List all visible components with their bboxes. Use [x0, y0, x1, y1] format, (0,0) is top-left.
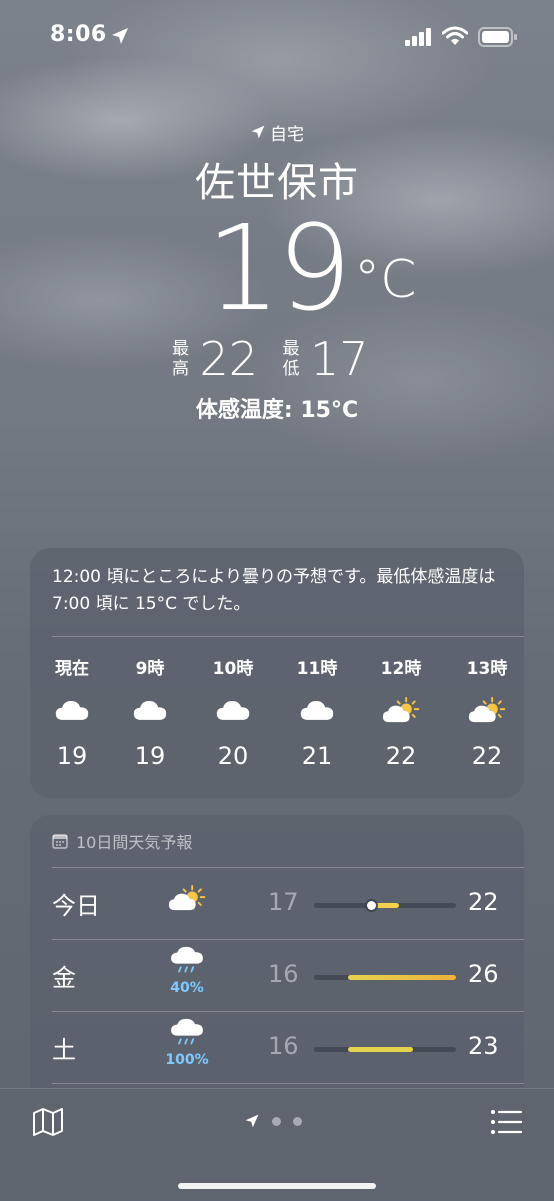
wifi-icon	[442, 26, 468, 45]
daily-forecast-title: 10日間天気予報	[52, 829, 192, 853]
day-name: 金	[52, 964, 76, 992]
daily-row[interactable]: 土 100% 16 23	[30, 1012, 524, 1084]
location-arrow-icon	[251, 125, 265, 139]
hour-label: 現在	[55, 659, 89, 679]
hour-label: 12時	[380, 659, 422, 679]
temp-range-fill	[348, 1047, 414, 1052]
hour-label: 13時	[466, 659, 508, 679]
day-high: 23	[468, 1032, 499, 1060]
hourly-item: 10時 20	[198, 654, 268, 770]
location-arrow-icon	[112, 28, 128, 44]
partly-sunny-icon	[452, 692, 522, 728]
high-value: 22	[199, 332, 258, 386]
cloud-icon	[282, 692, 352, 728]
list-icon[interactable]	[490, 1109, 522, 1135]
daily-title-text: 10日間天気予報	[76, 833, 193, 852]
daily-row[interactable]: 今日 17 22	[30, 868, 524, 940]
map-icon[interactable]	[32, 1107, 64, 1137]
day-name: 土	[52, 1036, 76, 1064]
hourly-item: 11時 21	[282, 654, 352, 770]
divider	[52, 1083, 524, 1084]
precip-chance: 100%	[165, 1052, 209, 1068]
hourly-item: 13時 22	[452, 654, 522, 770]
page-dot[interactable]	[272, 1116, 281, 1126]
partly-sunny-icon	[366, 692, 436, 728]
battery-icon	[478, 27, 517, 47]
precip-chance: 40%	[170, 980, 204, 996]
daily-forecast-card[interactable]: 10日間天気予報 今日 17 22 金 40% 16 26 土 100% 16 23	[30, 815, 524, 1115]
low-label: 最低	[282, 339, 300, 379]
forecast-summary: 12:00 頃にところにより曇りの予想です。最低体感温度は 7:00 頃に 15…	[52, 567, 496, 614]
rain-cloud-icon: 100%	[160, 1018, 214, 1068]
temp-range-bar	[314, 901, 456, 910]
day-name: 今日	[52, 892, 100, 920]
current-weather: 自宅 佐世保市 19 °C 最高 22 最低 17 体感温度: 15°C	[0, 120, 554, 424]
temperature-value: 19	[205, 199, 352, 337]
hour-temp: 19	[134, 742, 166, 770]
hourly-forecast-card[interactable]: 12:00 頃にところにより曇りの予想です。最低体感温度は 7:00 頃に 15…	[30, 548, 524, 798]
day-high: 26	[468, 960, 499, 988]
location-arrow-icon[interactable]	[244, 1113, 260, 1129]
hourly-list[interactable]: 現在 19 9時 19 10時 20 11時 21 12時 22 13時 22	[30, 654, 524, 794]
feels-like: 体感温度: 15°C	[195, 398, 359, 423]
hour-temp: 19	[56, 742, 88, 770]
hour-temp: 21	[301, 742, 333, 770]
day-low: 17	[268, 888, 299, 916]
partly-sunny-icon	[160, 884, 214, 916]
status-bar: 8:06	[0, 20, 554, 54]
cellular-signal-icon	[405, 28, 431, 46]
cloud-icon	[115, 692, 185, 728]
hour-temp: 22	[471, 742, 503, 770]
temp-range-fill	[348, 975, 456, 980]
temp-range-fill	[374, 903, 400, 908]
rain-cloud-icon: 40%	[160, 946, 214, 996]
hour-label: 9時	[135, 659, 165, 679]
divider	[52, 636, 524, 637]
daily-row[interactable]: 金 40% 16 26	[30, 940, 524, 1012]
page-dot[interactable]	[293, 1116, 302, 1126]
hour-temp: 20	[217, 742, 249, 770]
low-value: 17	[310, 332, 369, 386]
day-low: 16	[268, 1032, 299, 1060]
hour-label: 11時	[296, 659, 338, 679]
page-indicator[interactable]	[244, 1113, 302, 1129]
day-low: 16	[268, 960, 299, 988]
status-time: 8:06	[50, 22, 107, 47]
home-location: 自宅	[0, 120, 554, 145]
hourly-item: 9時 19	[115, 654, 185, 770]
home-indicator[interactable]	[178, 1183, 376, 1189]
hour-label: 10時	[212, 659, 254, 679]
cloud-icon	[198, 692, 268, 728]
temp-range-bar	[314, 975, 456, 980]
hour-temp: 22	[385, 742, 417, 770]
high-low: 最高 22 最低 17	[0, 332, 554, 386]
high-label: 最高	[171, 339, 189, 379]
current-temp-marker	[366, 901, 376, 910]
current-temperature: 19 °C	[0, 208, 554, 328]
day-high: 22	[468, 888, 499, 916]
home-label: 自宅	[270, 124, 304, 145]
hourly-item: 現在 19	[37, 654, 107, 770]
calendar-icon	[52, 834, 68, 849]
hourly-item: 12時 22	[366, 654, 436, 770]
cloud-icon	[37, 692, 107, 728]
temperature-unit: °C	[354, 250, 417, 310]
temp-range-bar	[314, 1047, 456, 1052]
